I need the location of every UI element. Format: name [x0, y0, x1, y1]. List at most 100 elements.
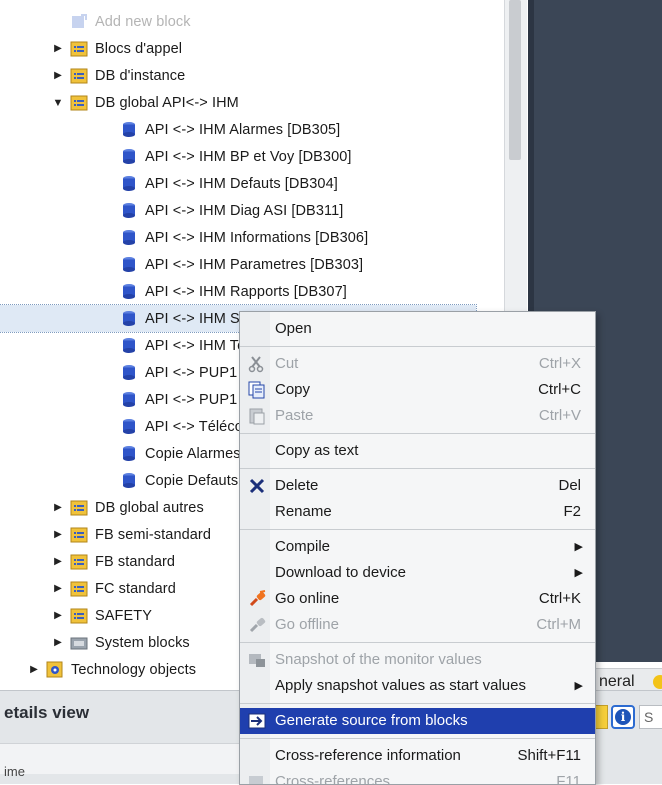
db-icon: [120, 391, 138, 408]
db-icon: [120, 175, 138, 192]
db-icon: [120, 364, 138, 381]
db-icon: [120, 418, 138, 435]
tree-item[interactable]: API <-> IHM Diag ASI [DB311]: [0, 197, 476, 224]
tree-item-label: API <-> IHM Defauts [DB304]: [145, 175, 338, 192]
tree-item-label: System blocks: [95, 634, 190, 651]
db-icon: [120, 283, 138, 300]
collapsed-arrow-icon[interactable]: ▶: [52, 610, 64, 622]
menu-item-label: Apply snapshot values as start values: [275, 677, 526, 694]
menu-separator: [240, 468, 595, 469]
menu-item-shortcut: F2: [563, 503, 581, 520]
info-button[interactable]: i: [611, 705, 635, 729]
tree-item[interactable]: Add new block: [0, 8, 476, 35]
tree-item[interactable]: API <-> IHM BP et Voy [DB300]: [0, 143, 476, 170]
menu-item-rename[interactable]: Rename F2: [240, 499, 595, 525]
scissors-icon: [248, 355, 268, 373]
menu-item-label: Cross-reference information: [275, 747, 461, 764]
db-icon: [120, 337, 138, 354]
db-icon: [120, 310, 138, 327]
tree-item-label: API <-> IHM Alarmes [DB305]: [145, 121, 341, 138]
tree-item-label: Blocs d'appel: [95, 40, 183, 57]
menu-item-generate-source-from-blocks[interactable]: Generate source from blocks: [240, 708, 595, 734]
tree-item-label: DB d'instance: [95, 67, 186, 84]
technology-objects-icon: [46, 661, 64, 678]
tree-item[interactable]: API <-> IHM Parametres [DB303]: [0, 251, 476, 278]
tree-item[interactable]: ▶ Blocs d'appel: [0, 35, 476, 62]
menu-item-label: Cut: [275, 355, 299, 372]
tree-item[interactable]: ▼ DB global API<-> IHM: [0, 89, 476, 116]
menu-item-download-to-device[interactable]: Download to device ▶: [240, 560, 595, 586]
collapsed-arrow-icon[interactable]: ▶: [52, 556, 64, 568]
tree-item-label: FB semi-standard: [95, 526, 212, 543]
menu-item-label: Compile: [275, 538, 331, 555]
submenu-arrow-icon: ▶: [574, 541, 583, 553]
menu-item-compile[interactable]: Compile ▶: [240, 534, 595, 560]
menu-item-shortcut: F11: [556, 773, 581, 785]
search-field[interactable]: S: [639, 705, 662, 729]
go-online-icon: [248, 590, 268, 608]
folder-icon: [70, 526, 88, 543]
menu-separator: [240, 738, 595, 739]
cross-references-icon: [248, 773, 268, 784]
tree-item-label: API <-> IHM Diag ASI [DB311]: [145, 202, 344, 219]
details-view-title: etails view: [4, 703, 90, 722]
paste-icon: [248, 407, 268, 425]
menu-item-cross-reference-information[interactable]: Cross-reference information Shift+F11: [240, 743, 595, 769]
tree-item-label: Add new block: [95, 13, 191, 30]
collapsed-arrow-icon[interactable]: ▶: [52, 637, 64, 649]
delete-icon: [248, 477, 268, 495]
folder-icon: [70, 553, 88, 570]
menu-item-copy[interactable]: Copy Ctrl+C: [240, 377, 595, 403]
tree-item-label: API <-> IHM Rapports [DB307]: [145, 283, 347, 300]
collapsed-arrow-icon[interactable]: ▶: [52, 70, 64, 82]
menu-item-snapshot-of-the-monitor-values[interactable]: Snapshot of the monitor values: [240, 647, 595, 673]
expanded-arrow-icon[interactable]: ▼: [52, 97, 64, 109]
db-icon: [120, 229, 138, 246]
menu-item-label: Copy as text: [275, 442, 359, 459]
menu-item-delete[interactable]: Delete Del: [240, 473, 595, 499]
copy-icon: [248, 381, 268, 399]
menu-item-go-online[interactable]: Go online Ctrl+K: [240, 586, 595, 612]
context-menu: Open Cut Ctrl+X Copy Ctrl+C Paste Ctrl+V Copy a…: [239, 311, 596, 785]
menu-item-go-offline[interactable]: Go offline Ctrl+M: [240, 612, 595, 638]
tree-item[interactable]: API <-> IHM Alarmes [DB305]: [0, 116, 476, 143]
menu-item-open[interactable]: Open: [240, 316, 595, 342]
tree-item-label: API <-> IHM Parametres [DB303]: [145, 256, 364, 273]
db-icon: [120, 202, 138, 219]
collapsed-arrow-icon[interactable]: ▶: [28, 664, 40, 676]
menu-separator: [240, 703, 595, 704]
tree-item-label: Technology objects: [71, 661, 197, 678]
scrollbar-thumb[interactable]: [509, 0, 521, 160]
menu-item-label: Download to device: [275, 564, 406, 581]
menu-item-apply-snapshot-values-as-start-values[interactable]: Apply snapshot values as start values ▶: [240, 673, 595, 699]
tree-item[interactable]: API <-> IHM Informations [DB306]: [0, 224, 476, 251]
collapsed-arrow-icon[interactable]: ▶: [52, 502, 64, 514]
collapsed-arrow-icon[interactable]: ▶: [52, 529, 64, 541]
menu-item-label: Snapshot of the monitor values: [275, 651, 482, 668]
tree-item[interactable]: API <-> IHM Defauts [DB304]: [0, 170, 476, 197]
tree-item-label: FB standard: [95, 553, 176, 570]
menu-item-cut[interactable]: Cut Ctrl+X: [240, 351, 595, 377]
menu-item-label: Generate source from blocks: [275, 712, 468, 729]
menu-item-copy-as-text[interactable]: Copy as text: [240, 438, 595, 464]
collapsed-arrow-icon[interactable]: ▶: [52, 43, 64, 55]
menu-item-label: Copy: [275, 381, 311, 398]
tree-item-label: FC standard: [95, 580, 176, 597]
tree-item-label: Copie Alarmes: [145, 445, 241, 462]
menu-item-shortcut: Ctrl+X: [538, 355, 581, 372]
tree-item-label: API <-> IHM BP et Voy [DB300]: [145, 148, 352, 165]
tree-item-label: DB global autres: [95, 499, 204, 516]
name-column-label: ime: [4, 764, 25, 779]
folder-icon: [70, 67, 88, 84]
menu-separator: [240, 346, 595, 347]
menu-item-paste[interactable]: Paste Ctrl+V: [240, 403, 595, 429]
collapsed-arrow-icon[interactable]: ▶: [52, 583, 64, 595]
add-block-icon: [70, 13, 88, 30]
menu-item-shortcut: Ctrl+V: [538, 407, 581, 424]
folder-icon: [70, 580, 88, 597]
folder-icon: [70, 499, 88, 516]
details-column-header[interactable]: ime: [0, 743, 240, 779]
tree-item[interactable]: API <-> IHM Rapports [DB307]: [0, 278, 476, 305]
tree-item[interactable]: ▶ DB d'instance: [0, 62, 476, 89]
menu-item-shortcut: Ctrl+M: [536, 616, 581, 633]
